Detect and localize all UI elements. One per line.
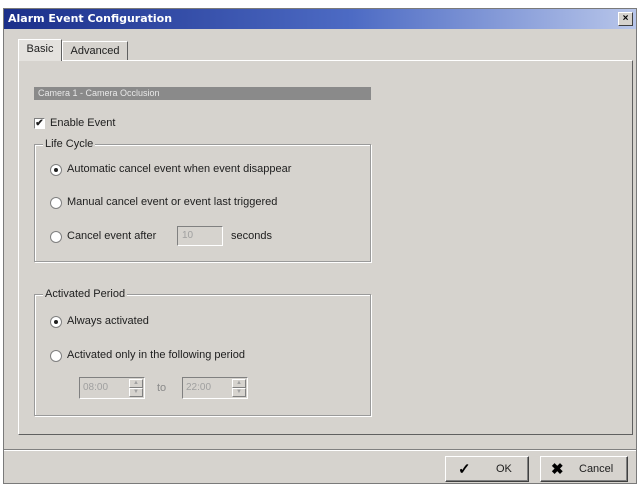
cancel-button[interactable]: ✖ Cancel <box>540 456 628 482</box>
end-time-value: 22:00 <box>186 382 212 393</box>
tab-advanced[interactable]: Advanced <box>62 41 128 61</box>
radio-cancel-after[interactable] <box>50 231 62 243</box>
spin-down-icon[interactable]: ▼ <box>129 388 143 397</box>
radio-always-activated-label: Always activated <box>67 315 149 327</box>
dialog-window: Alarm Event Configuration × Basic Advanc… <box>3 8 637 484</box>
radio-cancel-after-label: Cancel event after <box>67 230 157 242</box>
radio-period-activated[interactable] <box>50 350 62 362</box>
radio-always-activated[interactable] <box>50 316 62 328</box>
window-title: Alarm Event Configuration <box>8 12 173 25</box>
close-button[interactable]: × <box>618 12 633 26</box>
title-bar[interactable]: Alarm Event Configuration × <box>4 9 636 29</box>
seconds-unit-label: seconds <box>231 230 272 242</box>
radio-manual-cancel[interactable] <box>50 197 62 209</box>
cancel-button-label: Cancel <box>579 463 614 475</box>
tab-advanced-label: Advanced <box>70 45 120 57</box>
footer-separator <box>4 449 636 451</box>
radio-auto-cancel-label: Automatic cancel event when event disapp… <box>67 163 292 175</box>
life-cycle-legend: Life Cycle <box>43 138 96 150</box>
tab-basic[interactable]: Basic <box>18 39 62 61</box>
checkmark-icon: ✓ <box>458 461 471 478</box>
x-mark-icon: ✖ <box>551 461 564 478</box>
close-icon: × <box>622 13 629 24</box>
life-cycle-group: Life Cycle Automatic cancel event when e… <box>34 138 371 262</box>
camera-header: Camera 1 - Camera Occlusion <box>34 87 371 100</box>
to-label: to <box>157 382 167 394</box>
radio-auto-cancel[interactable] <box>50 164 62 176</box>
start-time-spinner[interactable]: 08:00 ▲ ▼ <box>79 377 145 399</box>
ok-button[interactable]: ✓ OK <box>445 456 529 482</box>
tab-basic-label: Basic <box>26 43 54 55</box>
spin-up-icon[interactable]: ▲ <box>129 379 143 388</box>
enable-event-checkbox[interactable]: ✔ <box>34 118 45 129</box>
start-time-value: 08:00 <box>83 382 109 393</box>
activated-period-legend: Activated Period <box>43 288 128 300</box>
seconds-input[interactable]: 10 <box>177 226 223 246</box>
radio-manual-cancel-label: Manual cancel event or event last trigge… <box>67 196 278 208</box>
spin-down-icon[interactable]: ▼ <box>232 388 246 397</box>
enable-event-label: Enable Event <box>50 117 116 129</box>
radio-period-activated-label: Activated only in the following period <box>67 349 245 361</box>
ok-button-label: OK <box>496 463 512 475</box>
spin-up-icon[interactable]: ▲ <box>232 379 246 388</box>
activated-period-group: Activated Period Always activated Activa… <box>34 288 371 416</box>
basic-tab-panel: Camera 1 - Camera Occlusion ✔ Enable Eve… <box>18 60 633 435</box>
checkmark-icon: ✔ <box>35 118 44 129</box>
end-time-spinner[interactable]: 22:00 ▲ ▼ <box>182 377 248 399</box>
